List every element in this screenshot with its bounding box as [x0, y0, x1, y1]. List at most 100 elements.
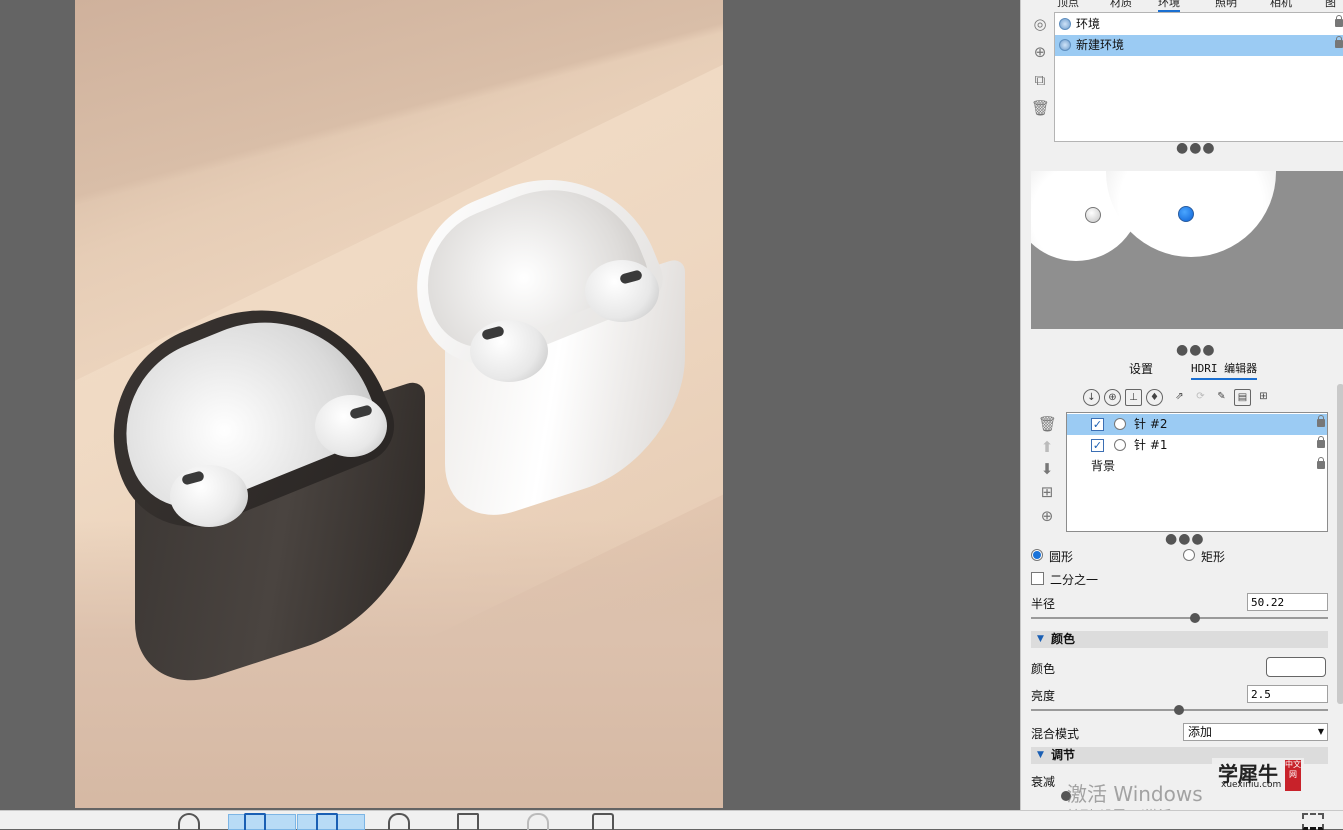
tab-0[interactable]: 顶点 — [1057, 0, 1079, 10]
chevron-down-icon: ▼ — [1037, 634, 1044, 644]
lock-icon[interactable] — [1335, 15, 1343, 27]
add-gradient-icon[interactable]: ♦ — [1146, 389, 1163, 406]
frame-icon[interactable] — [316, 813, 338, 830]
activate-windows-title: 激活 Windows — [1067, 782, 1203, 806]
tab-4[interactable]: 相机 — [1270, 0, 1292, 10]
rotate-icon[interactable] — [388, 813, 410, 830]
lock-view-icon[interactable] — [527, 813, 549, 830]
tab-hdri-editor[interactable]: HDRI 编辑器 — [1191, 360, 1258, 380]
color-section-header[interactable]: ▼ 颜色 — [1031, 631, 1328, 648]
add-pin-icon[interactable]: ↓ — [1083, 389, 1100, 406]
cube-icon[interactable] — [457, 813, 479, 830]
pin-row-selected[interactable]: ✓ 针 #2 — [1067, 414, 1327, 435]
site-logo: 学犀牛 xuexiniu.com 中文网 — [1212, 758, 1304, 794]
pin-solo-radio[interactable] — [1114, 418, 1126, 430]
black-earbuds-case — [79, 270, 435, 703]
hdri-preview[interactable] — [1031, 171, 1343, 329]
lock-icon[interactable] — [1317, 457, 1325, 469]
pin-label: 背景 — [1091, 459, 1116, 473]
pin-visible-checkbox[interactable]: ✓ — [1091, 439, 1104, 452]
environment-row[interactable]: 环境 — [1055, 14, 1343, 35]
pin-solo-radio[interactable] — [1114, 439, 1126, 451]
refresh-icon[interactable]: ⟳ — [1192, 389, 1209, 406]
environment-label: 环境 — [1076, 17, 1101, 31]
globe-icon[interactable]: ◎ — [1031, 15, 1049, 33]
lock-icon[interactable] — [1335, 36, 1343, 48]
adjust-section-title: 调节 — [1051, 748, 1076, 762]
top-tab-bar: 顶点 材质 环境 照明 相机 图像 — [1035, 0, 1343, 25]
background-row[interactable]: 背景 — [1067, 456, 1327, 477]
environment-label: 新建环境 — [1076, 38, 1125, 52]
book-icon[interactable] — [244, 813, 266, 830]
chevron-down-icon: ▼ — [1317, 727, 1324, 736]
trash-icon[interactable]: 🗑 — [1031, 99, 1050, 117]
trash-icon[interactable]: 🗑 — [1038, 415, 1057, 433]
add-image-pin-icon[interactable]: ⊥ — [1125, 389, 1142, 406]
brightness-label: 亮度 — [1031, 689, 1056, 703]
properties-panel: 顶点 材质 环境 照明 相机 图像 ◎ ⊕ ⧉ 🗑 环境 新建环境 ●●● ●●… — [1020, 0, 1343, 810]
pin-row[interactable]: ✓ 针 #1 — [1067, 435, 1327, 456]
rendered-image — [75, 0, 723, 808]
white-earbuds-case — [388, 145, 710, 534]
bottom-toolbar — [0, 810, 1343, 830]
color-swatch[interactable] — [1266, 657, 1326, 677]
environment-row-selected[interactable]: 新建环境 — [1055, 35, 1343, 56]
environment-list: 环境 新建环境 — [1054, 12, 1343, 142]
pin-visible-checkbox[interactable]: ✓ — [1091, 418, 1104, 431]
globe-icon — [1059, 39, 1071, 51]
globe-icon — [1059, 18, 1071, 30]
pin-list: ✓ 针 #2 ✓ 针 #1 背景 — [1066, 412, 1328, 532]
add-globe-icon[interactable]: ⊕ — [1031, 43, 1049, 61]
radius-label: 半径 — [1031, 597, 1056, 611]
eyedropper-icon[interactable]: ✎ — [1213, 389, 1230, 406]
save-icon[interactable]: ▤ — [1234, 389, 1251, 406]
tab-3[interactable]: 照明 — [1215, 0, 1237, 10]
falloff-label: 衰减 — [1031, 775, 1056, 789]
pin-label: 针 #2 — [1134, 417, 1168, 431]
blend-mode-select[interactable]: 添加 ▼ — [1183, 723, 1328, 741]
arrow-up-icon[interactable]: ⬆ — [1038, 438, 1056, 456]
folder-icon[interactable]: ⊞ — [1255, 389, 1272, 406]
blend-mode-value: 添加 — [1188, 725, 1213, 739]
logo-url: xuexiniu.com — [1221, 780, 1282, 790]
shape-rect-label: 矩形 — [1201, 550, 1226, 564]
half-label: 二分之一 — [1050, 573, 1099, 587]
hdri-subtabs: 设置 HDRI 编辑器 — [1121, 360, 1291, 380]
half-checkbox[interactable] — [1031, 572, 1044, 585]
add-sun-pin-icon[interactable]: ⊕ — [1104, 389, 1121, 406]
radius-slider[interactable] — [1031, 617, 1328, 619]
crosshair-icon[interactable]: ⊕ — [1038, 507, 1056, 525]
chevron-down-icon: ▼ — [1037, 750, 1044, 760]
export-icon[interactable]: ⇗ — [1171, 389, 1188, 406]
arrow-down-icon[interactable]: ⬇ — [1038, 460, 1056, 478]
camera-icon[interactable] — [592, 813, 614, 830]
brightness-input[interactable] — [1247, 685, 1328, 703]
color-label: 颜色 — [1031, 662, 1056, 676]
lock-icon[interactable] — [1317, 436, 1325, 448]
copy-environment-icon[interactable]: ⧉ — [1031, 71, 1049, 89]
brightness-slider-knob[interactable] — [1174, 705, 1184, 715]
fullscreen-icon[interactable] — [1302, 813, 1324, 830]
blend-mode-label: 混合模式 — [1031, 727, 1080, 741]
pin-label: 针 #1 — [1134, 438, 1168, 452]
render-viewport[interactable] — [0, 0, 1020, 810]
logo-badge: 中文网 — [1285, 760, 1301, 791]
hdri-toolbar: ↓ ⊕ ⊥ ♦ ⇗ ⟳ ✎ ▤ ⊞ — [1083, 389, 1283, 407]
shape-rect-radio[interactable] — [1183, 549, 1195, 561]
tab-1[interactable]: 材质 — [1110, 0, 1132, 10]
color-section-title: 颜色 — [1051, 632, 1076, 646]
resize-handle[interactable]: ●●● — [1165, 532, 1205, 546]
target-icon[interactable] — [178, 813, 200, 830]
radius-slider-knob[interactable] — [1190, 613, 1200, 623]
shape-circle-radio[interactable] — [1031, 549, 1043, 561]
resize-handle[interactable]: ●●● — [1176, 343, 1216, 357]
pin-handle-1[interactable] — [1085, 207, 1101, 223]
shape-circle-label: 圆形 — [1049, 550, 1074, 564]
pin-handle-2[interactable] — [1178, 206, 1194, 222]
radius-input[interactable] — [1247, 593, 1328, 611]
resize-handle[interactable]: ●●● — [1176, 141, 1216, 155]
lock-icon[interactable] — [1317, 415, 1325, 427]
panel-scrollbar[interactable] — [1337, 384, 1343, 704]
add-folder-icon[interactable]: ⊞ — [1038, 483, 1056, 501]
tab-settings[interactable]: 设置 — [1129, 360, 1153, 377]
